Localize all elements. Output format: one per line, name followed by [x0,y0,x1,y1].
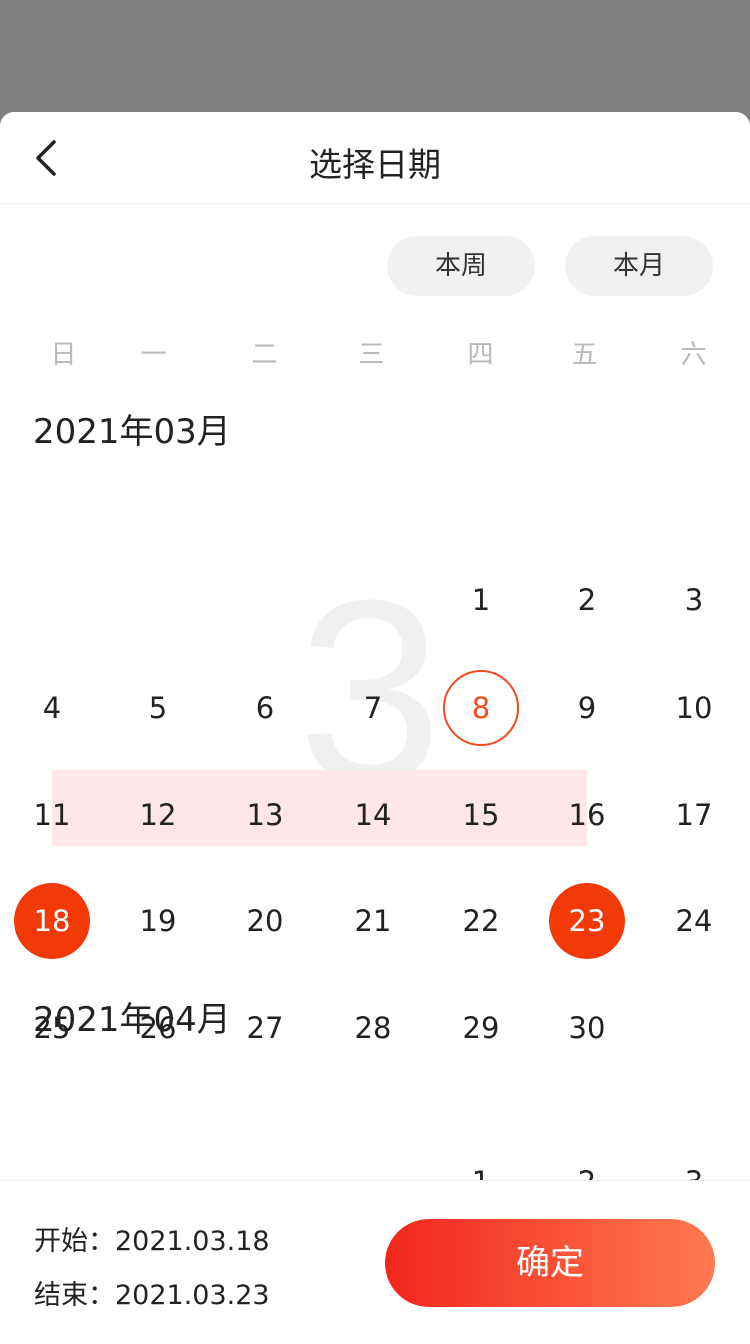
this-month-button[interactable]: 本月 [565,236,713,296]
day-cell[interactable]: 28 [335,990,411,1066]
calendar-scroll[interactable]: 3 2021年03月 2021年04月 1 2 3 4 5 6 7 8 9 10 11 12 13 14 1… [0,392,750,1180]
day-cell[interactable]: 14 [335,777,411,853]
start-date-line: 开始：2021.03.18 [34,1219,270,1258]
page-title: 选择日期 [309,145,441,184]
weekday-thu: 四 [467,340,494,370]
weekday-header: 日 一 二 三 四 五 六 [0,334,750,374]
day-cell[interactable]: 6 [227,670,303,746]
end-date-line: 结束：2021.03.23 [34,1273,270,1312]
day-cell[interactable]: 10 [656,670,732,746]
weekday-wed: 三 [358,340,385,370]
day-cell[interactable]: 18 [14,883,90,959]
day-cell[interactable]: 3 [656,562,732,638]
start-label: 开始： [34,1226,115,1257]
day-cell[interactable]: 17 [656,777,732,853]
day-cell[interactable]: 12 [120,777,196,853]
day-cell[interactable]: 5 [120,670,196,746]
day-cell[interactable]: 19 [120,883,196,959]
this-week-button[interactable]: 本周 [387,236,535,296]
day-cell[interactable]: 21 [335,883,411,959]
day-cell[interactable]: 22 [443,883,519,959]
day-cell[interactable]: 15 [443,777,519,853]
day-cell[interactable]: 26 [120,990,196,1066]
header: 选择日期 [0,112,750,204]
day-cell[interactable]: 3 [656,1144,732,1180]
end-label: 结束： [34,1280,115,1311]
confirm-button[interactable]: 确定 [385,1219,715,1307]
day-cell[interactable]: 13 [227,777,303,853]
day-cell[interactable]: 25 [14,990,90,1066]
day-cell[interactable]: 2 [549,562,625,638]
start-value: 2021.03.18 [115,1226,270,1257]
day-cell[interactable]: 7 [335,670,411,746]
month-title: 2021年03月 [33,412,231,452]
day-cell[interactable]: 23 [549,883,625,959]
end-value: 2021.03.23 [115,1280,270,1311]
day-cell[interactable]: 16 [549,777,625,853]
weekday-tue: 二 [251,340,278,370]
day-cell[interactable]: 27 [227,990,303,1066]
day-cell[interactable]: 24 [656,883,732,959]
weekday-mon: 一 [140,340,167,370]
day-cell[interactable]: 30 [549,990,625,1066]
weekday-sat: 六 [680,340,707,370]
day-cell[interactable]: 11 [14,777,90,853]
day-cell[interactable]: 4 [14,670,90,746]
day-cell[interactable]: 1 [443,562,519,638]
day-cell[interactable]: 8 [443,670,519,746]
day-cell[interactable]: 29 [443,990,519,1066]
weekday-fri: 五 [571,340,598,370]
day-cell[interactable]: 20 [227,883,303,959]
date-picker-sheet: 选择日期 本周 本月 日 一 二 三 四 五 六 3 2021年03月 2021… [0,112,750,1344]
day-cell[interactable]: 9 [549,670,625,746]
day-cell[interactable]: 1 [443,1144,519,1180]
day-cell[interactable]: 2 [549,1144,625,1180]
footer: 开始：2021.03.18 结束：2021.03.23 确定 [0,1180,750,1344]
